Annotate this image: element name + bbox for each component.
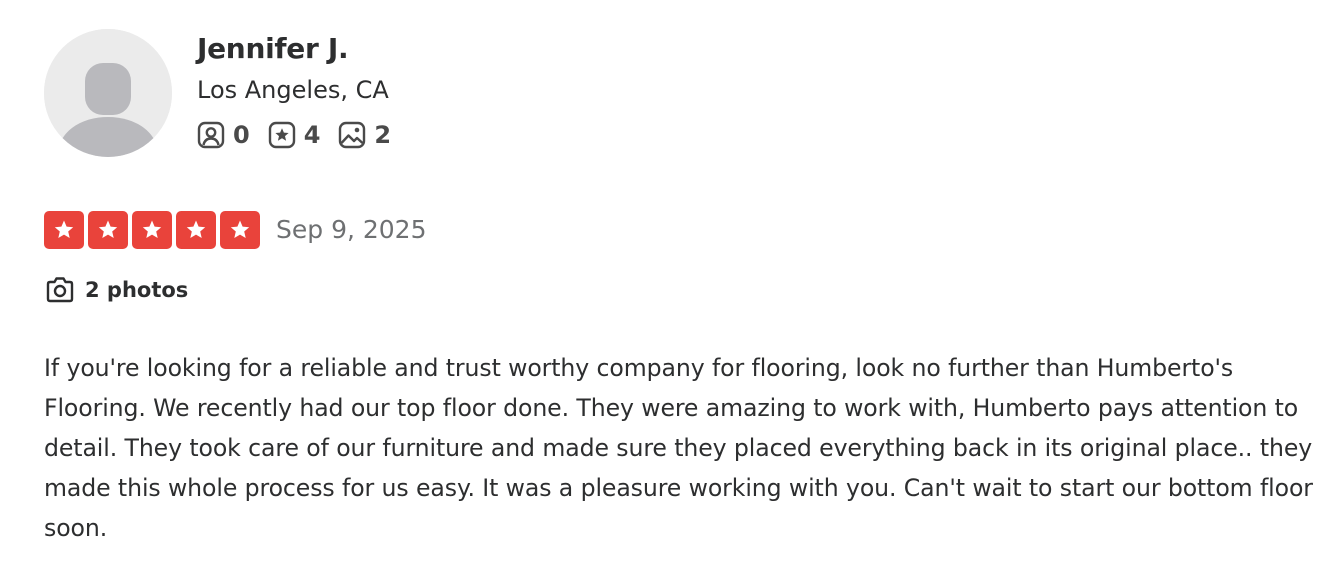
user-location: Los Angeles, CA xyxy=(197,76,389,104)
star-review-icon xyxy=(268,121,295,149)
friends-icon xyxy=(197,121,225,149)
camera-icon xyxy=(46,277,74,303)
user-info: Jennifer J. Los Angeles, CA 0 4 2 xyxy=(197,30,409,150)
photos-link[interactable]: 2 photos xyxy=(45,275,188,305)
photos-label: 2 photos xyxy=(85,278,189,302)
review-date: Sep 9, 2025 xyxy=(276,215,427,244)
photos-stat: 2 xyxy=(338,120,391,150)
user-name[interactable]: Jennifer J. xyxy=(197,30,409,68)
reviews-count: 4 xyxy=(303,121,321,149)
default-avatar-icon xyxy=(44,29,172,157)
star-icon xyxy=(88,211,128,249)
user-stats: 0 4 2 xyxy=(197,120,409,150)
reviews-stat: 4 xyxy=(268,120,321,150)
friends-count: 0 xyxy=(233,121,250,149)
review-text: If you're looking for a reliable and tru… xyxy=(44,354,1313,542)
star-icon xyxy=(44,211,84,249)
photos-count: 2 xyxy=(374,121,392,149)
star-icon xyxy=(176,211,216,249)
star-rating xyxy=(44,211,260,249)
rating-row: Sep 9, 2025 xyxy=(44,211,427,249)
avatar[interactable] xyxy=(44,29,172,157)
review-card: Jennifer J. Los Angeles, CA 0 4 2 Sep 9,… xyxy=(0,0,1332,586)
star-icon xyxy=(220,211,260,249)
friends-stat: 0 xyxy=(197,120,250,150)
photo-icon xyxy=(339,121,366,149)
star-icon xyxy=(132,211,172,249)
